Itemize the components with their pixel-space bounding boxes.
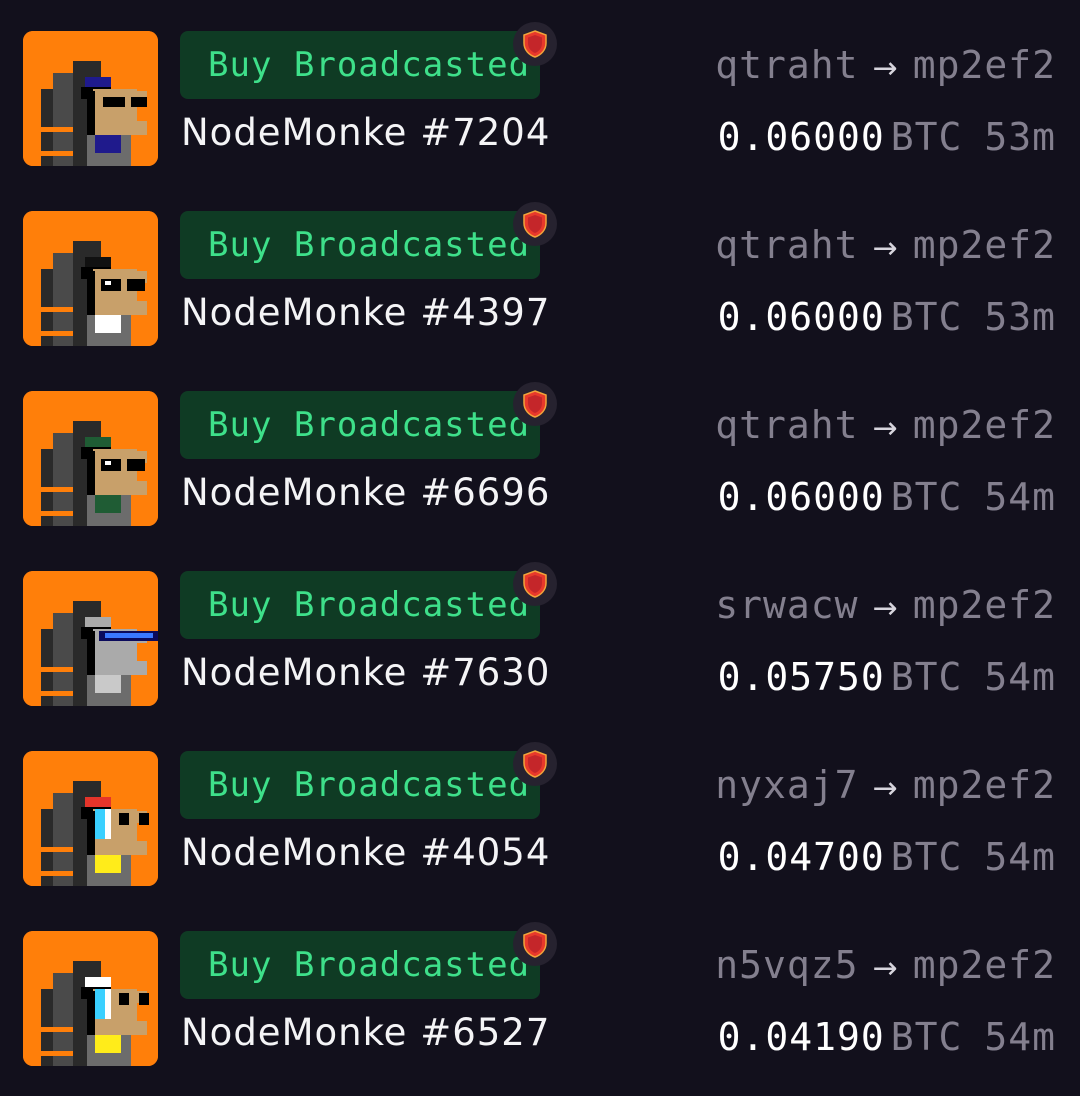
status-badge: Buy Broadcasted (180, 31, 540, 99)
list-item[interactable]: Buy Broadcasted NodeMonke #6696 qtraht → m… (0, 382, 1080, 527)
nft-name[interactable]: NodeMonke #4054 (181, 831, 550, 875)
price-amount: 0.06000 (717, 475, 885, 519)
from-address[interactable]: n5vqz5 (715, 943, 858, 987)
nft-thumbnail[interactable] (23, 211, 158, 346)
status-badge: Buy Broadcasted (180, 211, 540, 279)
nft-thumbnail[interactable] (23, 751, 158, 886)
price-line: 0.04190 BTC 54m (718, 1015, 1056, 1059)
list-item[interactable]: Buy Broadcasted NodeMonke #6527 n5vqz5 → m… (0, 922, 1080, 1067)
transfer-route: n5vqz5 → mp2ef2 (715, 943, 1056, 991)
from-address[interactable]: qtraht (715, 223, 858, 267)
to-address[interactable]: mp2ef2 (913, 223, 1056, 267)
time-ago: 54m (984, 655, 1056, 699)
price-unit: BTC (890, 115, 963, 159)
arrow-right-icon: → (872, 591, 899, 626)
price-line: 0.05750 BTC 54m (718, 655, 1056, 699)
list-item[interactable]: Buy Broadcasted NodeMonke #4054 nyxaj7 → m… (0, 742, 1080, 887)
status-badge: Buy Broadcasted (180, 751, 540, 819)
time-ago: 54m (984, 475, 1056, 519)
price-unit: BTC (890, 475, 963, 519)
transfer-route: qtraht → mp2ef2 (715, 223, 1056, 271)
price-unit: BTC (890, 655, 963, 699)
to-address[interactable]: mp2ef2 (913, 583, 1056, 627)
nft-name[interactable]: NodeMonke #6527 (181, 1011, 550, 1055)
status-badge: Buy Broadcasted (180, 931, 540, 999)
price-line: 0.06000 BTC 54m (718, 475, 1056, 519)
list-item[interactable]: Buy Broadcasted NodeMonke #7630 srwacw → m… (0, 562, 1080, 707)
arrow-right-icon: → (872, 411, 899, 446)
from-address[interactable]: nyxaj7 (715, 763, 858, 807)
nft-thumbnail[interactable] (23, 391, 158, 526)
nft-name[interactable]: NodeMonke #4397 (181, 291, 550, 335)
to-address[interactable]: mp2ef2 (913, 763, 1056, 807)
time-ago: 54m (984, 1015, 1056, 1059)
transfer-route: qtraht → mp2ef2 (715, 43, 1056, 91)
price-line: 0.06000 BTC 53m (718, 295, 1056, 339)
transfer-route: qtraht → mp2ef2 (715, 403, 1056, 451)
from-address[interactable]: qtraht (715, 43, 858, 87)
time-ago: 53m (984, 295, 1056, 339)
arrow-right-icon: → (872, 231, 899, 266)
nft-name[interactable]: NodeMonke #7204 (181, 111, 550, 155)
status-badge: Buy Broadcasted (180, 391, 540, 459)
arrow-right-icon: → (872, 51, 899, 86)
nft-name[interactable]: NodeMonke #7630 (181, 651, 550, 695)
price-amount: 0.04190 (717, 1015, 885, 1059)
shield-icon (513, 562, 557, 606)
nft-thumbnail[interactable] (23, 31, 158, 166)
shield-icon (513, 742, 557, 786)
shield-icon (513, 922, 557, 966)
price-unit: BTC (890, 295, 963, 339)
time-ago: 53m (984, 115, 1056, 159)
list-item[interactable]: Buy Broadcasted NodeMonke #4397 qtraht → m… (0, 202, 1080, 347)
price-line: 0.06000 BTC 53m (718, 115, 1056, 159)
arrow-right-icon: → (872, 951, 899, 986)
status-badge: Buy Broadcasted (180, 571, 540, 639)
time-ago: 54m (984, 835, 1056, 879)
to-address[interactable]: mp2ef2 (913, 403, 1056, 447)
shield-icon (513, 202, 557, 246)
price-amount: 0.06000 (717, 115, 885, 159)
list-item[interactable]: Buy Broadcasted NodeMonke #7204 qtraht → m… (0, 22, 1080, 167)
price-amount: 0.04700 (717, 835, 885, 879)
transfer-route: nyxaj7 → mp2ef2 (715, 763, 1056, 811)
price-unit: BTC (890, 1015, 963, 1059)
nft-thumbnail[interactable] (23, 571, 158, 706)
price-unit: BTC (890, 835, 963, 879)
shield-icon (513, 22, 557, 66)
price-amount: 0.06000 (717, 295, 885, 339)
to-address[interactable]: mp2ef2 (913, 943, 1056, 987)
nft-thumbnail[interactable] (23, 931, 158, 1066)
from-address[interactable]: qtraht (715, 403, 858, 447)
from-address[interactable]: srwacw (715, 583, 858, 627)
shield-icon (513, 382, 557, 426)
price-line: 0.04700 BTC 54m (718, 835, 1056, 879)
nft-name[interactable]: NodeMonke #6696 (181, 471, 550, 515)
transfer-route: srwacw → mp2ef2 (715, 583, 1056, 631)
activity-list: Buy Broadcasted NodeMonke #7204 qtraht → m… (0, 0, 1080, 1096)
to-address[interactable]: mp2ef2 (913, 43, 1056, 87)
price-amount: 0.05750 (717, 655, 885, 699)
arrow-right-icon: → (872, 771, 899, 806)
